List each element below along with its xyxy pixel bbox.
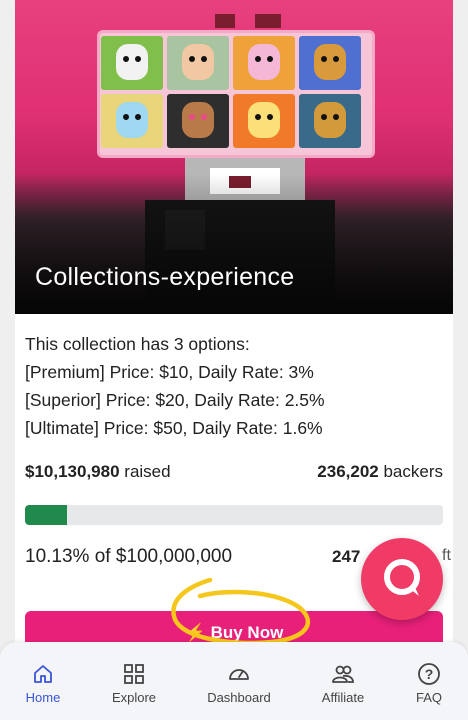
progress-fill bbox=[25, 505, 68, 525]
description-line: [Ultimate] Price: $50, Daily Rate: 1.6% bbox=[25, 418, 323, 438]
hero-gradient-overlay bbox=[15, 174, 453, 314]
days-left-value: 247 bbox=[332, 547, 361, 566]
lightning-icon: ⚡ bbox=[184, 623, 206, 642]
nft-thumbnail bbox=[167, 36, 229, 90]
grid-icon bbox=[124, 664, 144, 684]
pixel-block bbox=[215, 14, 235, 28]
nav-label: Affiliate bbox=[321, 690, 365, 705]
nft-thumbnail bbox=[233, 94, 295, 148]
pixel-block bbox=[255, 14, 281, 28]
description-line: [Superior] Price: $20, Daily Rate: 2.5% bbox=[25, 390, 325, 410]
gauge-icon bbox=[229, 669, 249, 680]
description-line: This collection has 3 options: bbox=[25, 334, 250, 354]
nft-thumbnail bbox=[167, 94, 229, 148]
nav-label: Explore bbox=[111, 690, 157, 705]
users-icon bbox=[332, 665, 354, 683]
nav-item-affiliate[interactable]: Affiliate bbox=[298, 662, 388, 705]
nav-item-dashboard[interactable]: Dashboard bbox=[194, 662, 284, 705]
chat-button[interactable] bbox=[361, 538, 443, 620]
nav-label: Home bbox=[25, 690, 61, 705]
collection-description: This collection has 3 options: [Premium]… bbox=[25, 330, 445, 442]
raised-amount: $10,130,980 raised bbox=[25, 462, 171, 481]
backers-count: 236,202 backers bbox=[317, 462, 443, 481]
nav-item-explore[interactable]: Explore bbox=[89, 662, 179, 705]
nft-thumbnail bbox=[233, 36, 295, 90]
nft-thumbnail bbox=[299, 94, 361, 148]
nft-thumbnail bbox=[101, 94, 163, 148]
collection-title: Collections-experience bbox=[35, 263, 295, 291]
progress-text: 10.13% of $100,000,000 bbox=[25, 546, 233, 567]
nft-thumbnail bbox=[101, 36, 163, 90]
nav-item-faq[interactable]: ? FAQ bbox=[384, 662, 468, 705]
buy-now-label: Buy Now bbox=[210, 623, 284, 642]
funding-progress-bar bbox=[25, 505, 443, 525]
home-icon bbox=[34, 665, 52, 683]
days-left-suffix: ft bbox=[442, 547, 451, 564]
description-line: [Premium] Price: $10, Daily Rate: 3% bbox=[25, 362, 314, 382]
nav-label: FAQ bbox=[415, 690, 442, 705]
funding-stats: $10,130,980 raised 236,202 backers bbox=[25, 462, 443, 486]
question-icon: ? bbox=[418, 663, 440, 685]
nav-item-home[interactable]: Home bbox=[0, 662, 88, 705]
chat-bubble-icon bbox=[384, 559, 420, 596]
nft-thumbnail bbox=[299, 36, 361, 90]
collection-hero-image[interactable]: Collections-experience bbox=[15, 0, 453, 314]
bottom-nav: Home Explore Dashboard Affiliate ? FAQ bbox=[0, 642, 468, 720]
svg-text:?: ? bbox=[425, 666, 434, 682]
nav-label: Dashboard bbox=[207, 690, 271, 705]
